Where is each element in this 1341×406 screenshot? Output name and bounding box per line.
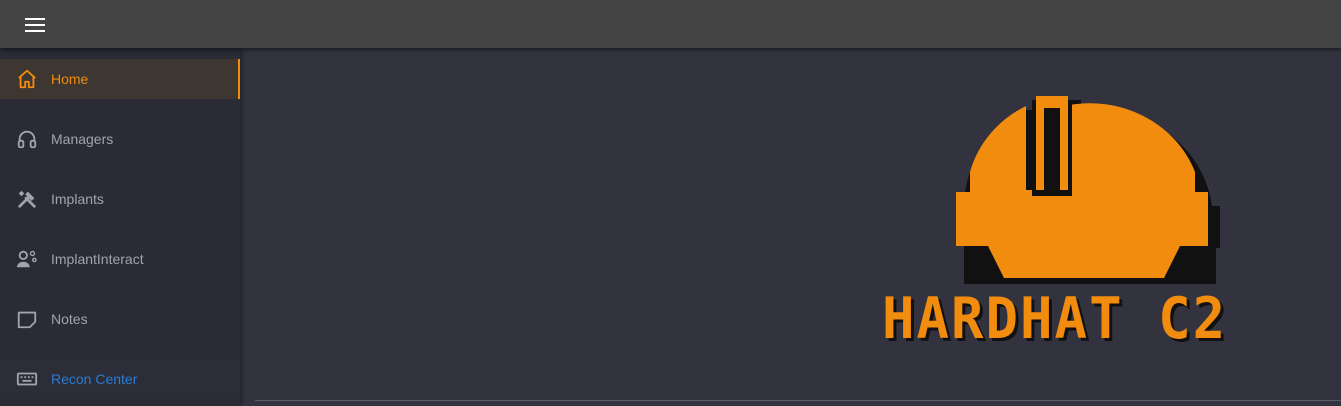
tools-icon: [16, 188, 38, 210]
top-app-bar: [0, 0, 1341, 48]
sidebar-item-label: Recon Center: [51, 371, 138, 387]
sidebar-item-managers[interactable]: Managers: [0, 119, 240, 159]
sidebar-item-label: ImplantInteract: [51, 251, 144, 267]
note-icon: [16, 308, 38, 330]
sidebar-item-label: Notes: [51, 311, 88, 327]
keyboard-icon: [16, 368, 38, 390]
sidebar-item-implantinteract[interactable]: ImplantInteract: [0, 239, 240, 279]
sidebar-item-implants[interactable]: Implants: [0, 179, 240, 219]
hamburger-menu-button[interactable]: [22, 14, 48, 36]
sidebar-item-recon-center[interactable]: Recon Center: [0, 359, 240, 399]
sidebar-item-notes[interactable]: Notes: [0, 299, 240, 339]
user-gear-icon: [16, 248, 38, 270]
sidebar-item-label: Home: [51, 71, 89, 87]
hamburger-menu-icon: [25, 18, 45, 32]
sidebar-item-label: Managers: [51, 131, 114, 147]
sidebar-item-label: Implants: [51, 191, 104, 207]
hardhat-logo-text: HARDHAT C2: [882, 285, 1228, 352]
sidebar-item-home[interactable]: Home: [0, 59, 240, 99]
headphones-icon: [16, 128, 38, 150]
home-icon: [16, 68, 38, 90]
content-divider: [255, 400, 1341, 401]
sidebar-nav: Home Managers Implants ImplantInteract N…: [0, 48, 240, 406]
